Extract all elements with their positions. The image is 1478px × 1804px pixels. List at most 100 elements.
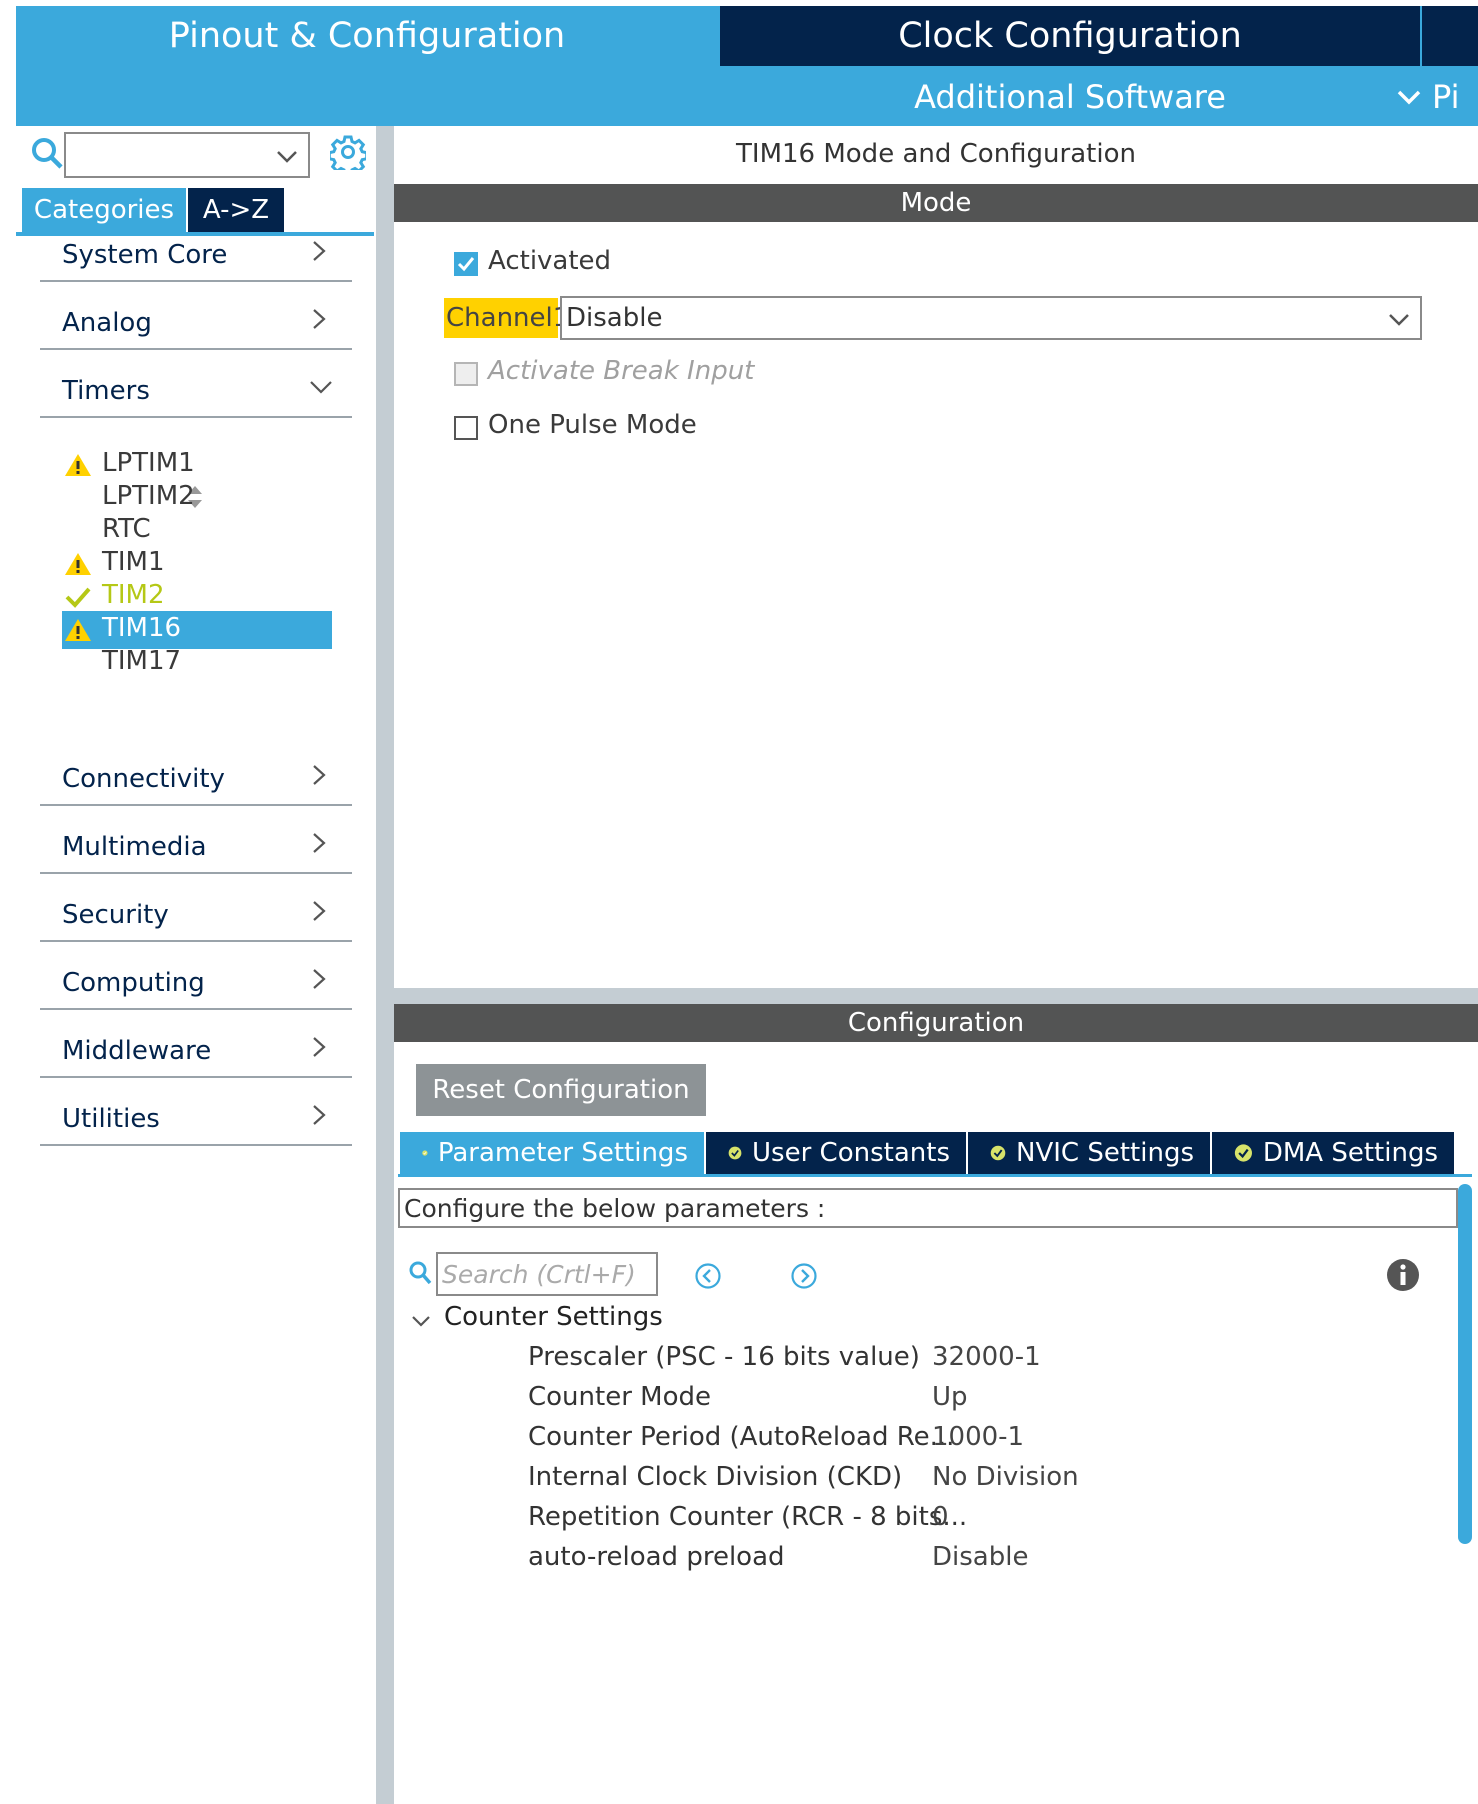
chevron-right-icon xyxy=(313,833,326,853)
next-result-icon[interactable] xyxy=(790,1262,818,1290)
chevron-right-icon xyxy=(313,241,326,261)
left-panel: Categories A->Z System Core Analog Timer… xyxy=(16,126,376,1804)
one-pulse-mode-checkbox[interactable] xyxy=(454,416,478,440)
category-label: Timers xyxy=(62,376,150,406)
parameters-description: Configure the below parameters : xyxy=(398,1188,1458,1228)
warning-icon xyxy=(65,454,91,476)
main-panel: TIM16 Mode and Configuration Mode Activa… xyxy=(394,126,1478,1804)
parameter-search-input[interactable]: Search (Crtl+F) xyxy=(436,1252,658,1296)
tab-clock-configuration[interactable]: Clock Configuration xyxy=(720,6,1420,66)
tab-next[interactable] xyxy=(1422,6,1478,66)
param-value[interactable]: 1000-1 xyxy=(932,1422,1024,1452)
category-label: Connectivity xyxy=(62,764,225,794)
category-timers[interactable]: Timers xyxy=(40,368,352,418)
previous-result-icon[interactable] xyxy=(694,1262,722,1290)
activate-break-input-checkbox[interactable] xyxy=(454,362,478,386)
param-name: Internal Clock Division (CKD) xyxy=(528,1462,903,1492)
tab-label: DMA Settings xyxy=(1262,1138,1438,1168)
mode-section-header: Mode xyxy=(394,184,1478,222)
tab-categories[interactable]: Categories xyxy=(22,188,186,232)
param-value[interactable]: Disable xyxy=(932,1542,1028,1572)
activate-break-input-label: Activate Break Input xyxy=(488,356,755,386)
param-value[interactable]: 32000-1 xyxy=(932,1342,1041,1372)
category-label: Computing xyxy=(62,968,205,998)
panel-splitter-horizontal[interactable] xyxy=(394,988,1478,1004)
param-value[interactable]: 0 xyxy=(932,1502,949,1532)
category-middleware[interactable]: Middleware xyxy=(40,1028,352,1078)
search-icon[interactable] xyxy=(408,1260,432,1286)
check-circle-icon xyxy=(990,1145,1006,1161)
category-label: Middleware xyxy=(62,1036,212,1066)
one-pulse-mode-label: One Pulse Mode xyxy=(488,410,697,440)
info-icon[interactable] xyxy=(1386,1258,1420,1292)
check-circle-icon xyxy=(1234,1144,1252,1162)
category-multimedia[interactable]: Multimedia xyxy=(40,824,352,874)
tab-nvic-settings[interactable]: NVIC Settings xyxy=(968,1132,1210,1174)
param-name: Prescaler (PSC - 16 bits value) xyxy=(528,1342,920,1372)
tab-pinout-view[interactable]: Pi xyxy=(1396,68,1478,126)
timer-item-tim17[interactable]: TIM17 xyxy=(62,644,332,682)
chevron-right-icon xyxy=(313,1105,326,1125)
configuration-section-header: Configuration xyxy=(394,1004,1478,1042)
category-label: System Core xyxy=(62,240,228,270)
category-system-core[interactable]: System Core xyxy=(40,232,352,282)
chevron-right-icon xyxy=(313,765,326,785)
check-circle-icon xyxy=(728,1146,742,1160)
tab-a-to-z[interactable]: A->Z xyxy=(188,188,284,232)
chevron-down-icon xyxy=(310,381,332,394)
top-header: Pinout & Configuration Clock Configurati… xyxy=(16,6,1478,126)
param-name: Repetition Counter (RCR - 8 bits... xyxy=(528,1502,968,1532)
category-label: Multimedia xyxy=(62,832,207,862)
param-value[interactable]: No Division xyxy=(932,1462,1079,1492)
chevron-down-icon xyxy=(1389,314,1409,326)
page-title: TIM16 Mode and Configuration xyxy=(736,139,1136,169)
category-utilities[interactable]: Utilities xyxy=(40,1096,352,1146)
param-name: Counter Mode xyxy=(528,1382,712,1412)
tab-label: User Constants xyxy=(752,1138,950,1168)
group-counter-settings[interactable]: Counter Settings xyxy=(444,1302,663,1332)
timer-label: TIM2 xyxy=(102,580,165,610)
check-icon xyxy=(65,587,91,608)
timer-label: TIM1 xyxy=(102,547,165,577)
tab-parameter-settings[interactable]: Parameter Settings xyxy=(400,1132,704,1174)
vertical-scrollbar[interactable] xyxy=(1458,1184,1472,1544)
reset-configuration-button[interactable]: Reset Configuration xyxy=(416,1064,706,1116)
timer-label: LPTIM2 xyxy=(102,481,195,511)
check-circle-icon xyxy=(422,1150,428,1156)
category-tabs: Categories A->Z xyxy=(22,188,284,234)
tab-user-constants[interactable]: User Constants xyxy=(706,1132,966,1174)
chevron-down-icon[interactable] xyxy=(410,1310,432,1332)
timer-label: TIM16 xyxy=(102,613,182,643)
category-label: Analog xyxy=(62,308,152,338)
param-name: auto-reload preload xyxy=(528,1542,785,1572)
chevron-right-icon xyxy=(313,969,326,989)
check-icon xyxy=(457,257,475,272)
chevron-down-icon xyxy=(1397,90,1421,105)
gear-icon[interactable] xyxy=(330,134,366,170)
param-value[interactable]: Up xyxy=(932,1382,968,1412)
chevron-right-icon xyxy=(313,309,326,329)
search-combo[interactable] xyxy=(64,132,310,178)
activated-label: Activated xyxy=(488,246,612,276)
category-label: Utilities xyxy=(62,1104,160,1134)
tab-additional-software[interactable]: Additional Software xyxy=(720,68,1420,126)
divider xyxy=(398,1174,1472,1177)
category-analog[interactable]: Analog xyxy=(40,300,352,350)
tab-dma-settings[interactable]: DMA Settings xyxy=(1212,1132,1454,1174)
search-icon[interactable] xyxy=(30,136,64,170)
timer-label: RTC xyxy=(102,514,151,544)
timer-label: LPTIM1 xyxy=(102,448,195,478)
timer-label: TIM17 xyxy=(102,646,182,676)
category-label: Security xyxy=(62,900,169,930)
channel1-label: Channel1 xyxy=(444,298,569,338)
param-name: Counter Period (AutoReload Re... xyxy=(528,1422,955,1452)
tab-pinout-configuration[interactable]: Pinout & Configuration xyxy=(16,6,718,66)
panel-splitter[interactable] xyxy=(376,126,394,1804)
activated-checkbox[interactable] xyxy=(454,252,478,276)
channel1-select[interactable]: Disable xyxy=(560,296,1422,340)
warning-icon xyxy=(65,553,91,575)
channel1-value: Disable xyxy=(566,303,663,333)
category-security[interactable]: Security xyxy=(40,892,352,942)
category-connectivity[interactable]: Connectivity xyxy=(40,756,352,806)
category-computing[interactable]: Computing xyxy=(40,960,352,1010)
